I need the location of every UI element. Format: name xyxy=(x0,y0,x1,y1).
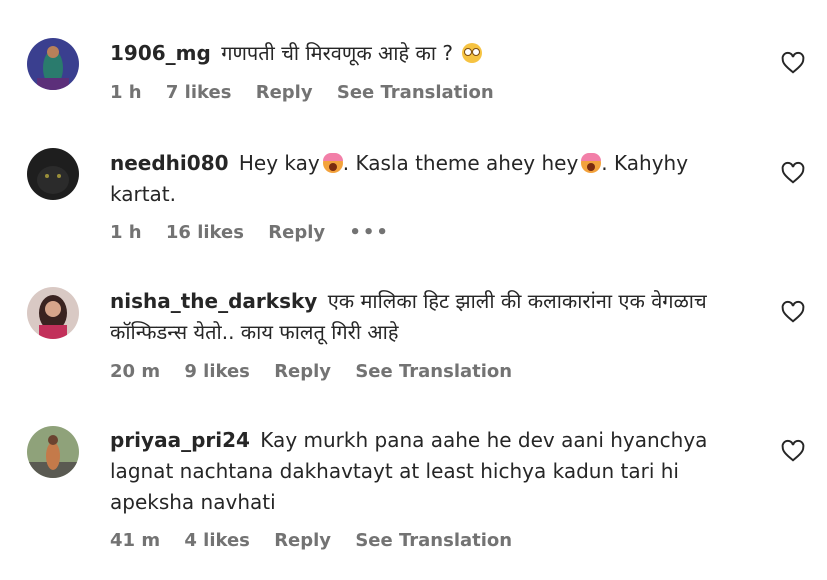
comment-text: गणपती ची मिरवणूक आहे का ? xyxy=(221,41,453,65)
avatar[interactable] xyxy=(27,287,79,339)
comment-time: 41 m xyxy=(110,530,161,551)
comment-text: Hey kay xyxy=(238,151,320,175)
heart-outline-icon[interactable] xyxy=(780,160,806,186)
face-screaming-in-fear-emoji-icon xyxy=(322,153,343,173)
flushed-face-emoji-icon xyxy=(462,43,483,63)
comment-meta: 1 h 16 likes Reply ••• xyxy=(110,222,408,243)
comment-username[interactable]: nisha_the_darksky xyxy=(110,289,317,313)
reply-button[interactable]: Reply xyxy=(268,222,325,243)
comment-likes[interactable]: 16 likes xyxy=(166,222,244,243)
comment-username[interactable]: priyaa_pri24 xyxy=(110,428,250,452)
see-translation-button[interactable]: See Translation xyxy=(337,82,494,103)
avatar[interactable] xyxy=(27,426,79,478)
comment-likes[interactable]: 7 likes xyxy=(166,82,232,103)
reply-button[interactable]: Reply xyxy=(274,530,331,551)
comment-likes[interactable]: 4 likes xyxy=(184,530,250,551)
heart-outline-icon[interactable] xyxy=(780,50,806,76)
comment-meta: 1 h 7 likes Reply See Translation xyxy=(110,82,512,103)
reply-button[interactable]: Reply xyxy=(274,361,331,382)
comment-time: 1 h xyxy=(110,82,142,103)
face-screaming-in-fear-emoji-icon xyxy=(581,153,602,173)
see-translation-button[interactable]: See Translation xyxy=(355,530,512,551)
comment-username[interactable]: 1906_mg xyxy=(110,41,211,65)
avatar[interactable] xyxy=(27,38,79,90)
see-translation-button[interactable]: See Translation xyxy=(355,361,512,382)
comment-likes[interactable]: 9 likes xyxy=(184,361,250,382)
comment-time: 20 m xyxy=(110,361,161,382)
heart-outline-icon[interactable] xyxy=(780,438,806,464)
comment-time: 1 h xyxy=(110,222,142,243)
reply-button[interactable]: Reply xyxy=(256,82,313,103)
comment-meta: 20 m 9 likes Reply See Translation xyxy=(110,361,530,382)
avatar[interactable] xyxy=(27,148,79,200)
more-options-icon[interactable]: ••• xyxy=(349,222,390,243)
comment-text: . Kasla theme ahey hey xyxy=(342,151,579,175)
heart-outline-icon[interactable] xyxy=(780,299,806,325)
comment-meta: 41 m 4 likes Reply See Translation xyxy=(110,530,530,551)
comment-username[interactable]: needhi080 xyxy=(110,151,229,175)
